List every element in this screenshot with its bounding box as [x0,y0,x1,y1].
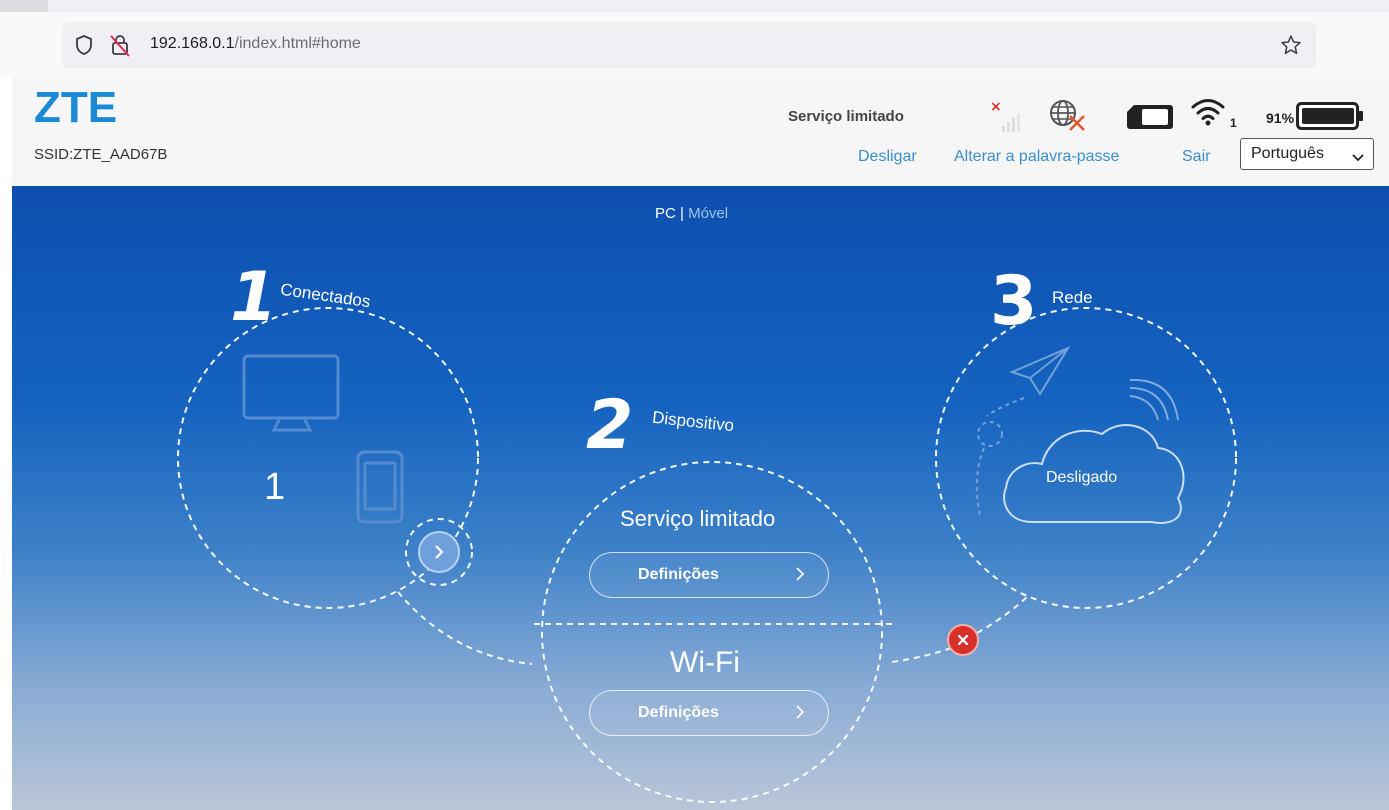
router-header: ZTE SSID:ZTE_AAD67B Serviço limitado × 1… [12,78,1389,186]
signal-arcs-icon [1129,378,1179,421]
language-selected: Português [1251,145,1324,162]
browser-tab[interactable] [0,0,48,12]
network-status-label: Desligado [1046,469,1118,486]
zte-logo[interactable]: ZTE [34,84,117,132]
globe-off-icon [1048,98,1088,139]
wifi-icon [1190,96,1226,133]
connected-count: 1 [264,466,286,508]
phone-icon [356,450,404,524]
tab-strip [0,0,1389,12]
connector-right-2 [976,595,1029,634]
battery-icon [1296,102,1366,135]
network-status-text: Serviço limitado [788,108,904,125]
ssid-label: SSID:ZTE_AAD67B [34,146,168,163]
chevron-right-icon [794,566,806,587]
shield-icon[interactable] [74,34,94,61]
step-3-label: Rede [1052,288,1093,307]
browser-toolbar: 192.168.0.1/index.html#home [0,0,1389,78]
dashboard: PC | Móvel 1 Conectados 2 Dispositivo 3 … [12,186,1389,810]
step-3-number: 3 [990,262,1038,341]
no-signal-icon: × [988,98,1022,139]
url-path: /index.html#home [234,35,361,52]
address-bar[interactable]: 192.168.0.1/index.html#home [62,22,1316,68]
chevron-right-icon [435,545,444,559]
step-2-number: 2 [586,386,634,465]
service-settings-button[interactable]: Definições [589,552,829,598]
monitor-icon [242,354,340,432]
service-status-text: Serviço limitado [620,506,776,531]
wifi-settings-button[interactable]: Definições [589,690,829,736]
wifi-title: Wi-Fi [670,646,740,679]
url-host: 192.168.0.1 [150,35,235,52]
connector-left [397,591,533,665]
chevron-right-icon [794,704,806,725]
url-text[interactable]: 192.168.0.1/index.html#home [150,35,361,53]
service-settings-label: Definições [638,566,719,583]
star-icon[interactable] [1280,34,1302,61]
language-select[interactable]: Português [1240,138,1374,170]
connected-details-button[interactable] [418,531,460,573]
disconnect-link[interactable]: Desligar [858,148,917,166]
wifi-client-count: 1 [1230,116,1237,130]
sim-icon [1126,104,1174,135]
no-lock-icon[interactable] [108,32,132,63]
paper-plane-icon [975,345,1071,517]
change-password-link[interactable]: Alterar a palavra-passe [954,148,1119,166]
error-icon[interactable] [947,624,979,656]
battery-percent: 91% [1266,110,1295,126]
chevron-down-icon [1352,150,1364,168]
svg-text:×: × [990,99,1002,115]
wifi-settings-label: Definições [638,704,719,721]
logout-link[interactable]: Sair [1182,148,1210,166]
step-1-number: 1 [230,258,278,337]
